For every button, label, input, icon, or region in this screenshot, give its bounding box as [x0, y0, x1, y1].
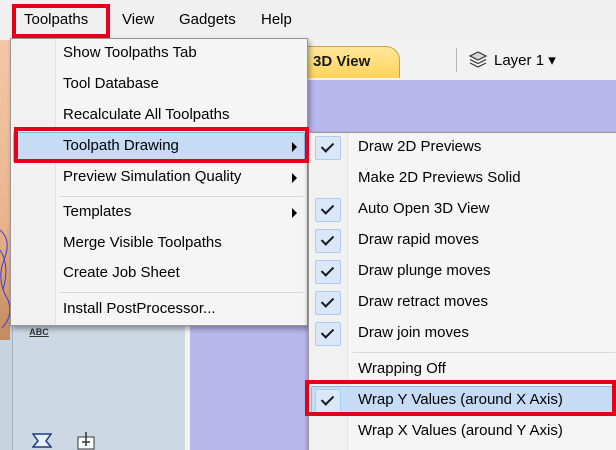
menu-item-label: Install PostProcessor... — [63, 300, 216, 317]
submenu-arrow-icon — [292, 208, 297, 218]
menu-gadgets[interactable]: Gadgets — [173, 8, 242, 32]
submenu-item-label: Wrap Y Values (around X Axis) — [358, 391, 563, 408]
menu-item-show-toolpaths-tab[interactable]: Show Toolpaths Tab — [11, 39, 307, 69]
submenu-item-label: Wrap X Values (around Y Axis) — [358, 422, 563, 439]
submenu-item-draw-2d-previews[interactable]: Draw 2D Previews — [309, 133, 615, 163]
menu-help[interactable]: Help — [255, 8, 298, 32]
menu-item-label: Templates — [63, 203, 132, 220]
align-tool-icon[interactable] — [76, 432, 96, 450]
menu-item-preview-simulation-quality[interactable]: Preview Simulation Quality — [11, 163, 307, 193]
menu-item-label: Create Job Sheet — [63, 264, 180, 281]
submenu-arrow-icon — [292, 142, 297, 152]
checkbox-checked — [315, 229, 341, 253]
toolpath-drawing-submenu: Draw 2D Previews Make 2D Previews Solid … — [308, 132, 616, 450]
submenu-item-label: Auto Open 3D View — [358, 200, 490, 217]
tab-3d-view[interactable]: 3D View — [300, 46, 400, 78]
menu-separator — [59, 196, 303, 197]
layers-icon — [468, 51, 488, 68]
submenu-separator — [353, 352, 615, 353]
app-window: Toolpaths View Gadgets Help ABC 3D View … — [0, 0, 616, 450]
checkmark-icon — [320, 232, 335, 246]
layer-selector[interactable]: Layer 1 ▾ — [494, 51, 556, 69]
checkmark-icon — [320, 201, 335, 215]
menu-item-toolpath-drawing[interactable]: Toolpath Drawing — [11, 132, 307, 162]
submenu-item-label: Draw 2D Previews — [358, 138, 482, 155]
menu-item-templates[interactable]: Templates — [11, 198, 307, 228]
menu-item-label: Recalculate All Toolpaths — [63, 106, 230, 123]
submenu-item-label: Draw rapid moves — [358, 231, 479, 248]
text-tool-icon-label: ABC — [29, 327, 49, 337]
toolbar-separator — [456, 48, 457, 72]
submenu-item-make-2d-previews-solid[interactable]: Make 2D Previews Solid — [309, 164, 615, 194]
submenu-item-draw-plunge-moves[interactable]: Draw plunge moves — [309, 257, 615, 287]
checkbox-checked — [315, 260, 341, 284]
menu-item-recalculate-all-toolpaths[interactable]: Recalculate All Toolpaths — [11, 101, 307, 131]
submenu-item-wrap-x-values[interactable]: Wrap X Values (around Y Axis) — [309, 417, 615, 447]
menu-item-create-job-sheet[interactable]: Create Job Sheet — [11, 259, 307, 289]
menu-item-tool-database[interactable]: Tool Database — [11, 70, 307, 100]
bitmap-tool-icon[interactable] — [32, 432, 52, 448]
submenu-item-draw-join-moves[interactable]: Draw join moves — [309, 319, 615, 349]
menu-item-merge-visible-toolpaths[interactable]: Merge Visible Toolpaths — [11, 229, 307, 259]
submenu-item-label: Draw join moves — [358, 324, 469, 341]
menu-item-label: Toolpath Drawing — [63, 137, 179, 154]
submenu-item-label: Draw plunge moves — [358, 262, 491, 279]
submenu-item-label: Wrapping Off — [358, 360, 446, 377]
checkbox-checked — [315, 322, 341, 346]
checkmark-icon — [320, 294, 335, 308]
menu-item-label: Merge Visible Toolpaths — [63, 234, 222, 251]
tab-3d-view-label: 3D View — [313, 53, 371, 70]
checkbox-checked — [315, 136, 341, 160]
menu-item-install-postprocessor[interactable]: Install PostProcessor... — [11, 295, 307, 325]
menu-toolpaths[interactable]: Toolpaths — [18, 8, 94, 32]
menu-separator — [59, 292, 303, 293]
layer-toolbar: Layer 1 ▾ — [440, 46, 616, 76]
submenu-item-wrapping-off[interactable]: Wrapping Off — [309, 355, 615, 385]
submenu-item-wrap-y-values[interactable]: Wrap Y Values (around X Axis) — [309, 386, 615, 416]
submenu-item-label: Make 2D Previews Solid — [358, 169, 521, 186]
submenu-item-draw-retract-moves[interactable]: Draw retract moves — [309, 288, 615, 318]
submenu-item-auto-open-3d-view[interactable]: Auto Open 3D View — [309, 195, 615, 225]
menu-item-label: Tool Database — [63, 75, 159, 92]
toolpaths-dropdown-menu: Show Toolpaths Tab Tool Database Recalcu… — [10, 38, 308, 326]
checkbox-checked — [315, 389, 341, 413]
checkmark-icon — [320, 392, 335, 406]
checkmark-icon — [320, 325, 335, 339]
menu-item-label: Preview Simulation Quality — [63, 168, 242, 185]
menu-item-label: Show Toolpaths Tab — [63, 44, 197, 61]
checkbox-checked — [315, 198, 341, 222]
submenu-item-label: Draw retract moves — [358, 293, 489, 310]
menu-view[interactable]: View — [116, 8, 160, 32]
checkmark-icon — [320, 139, 335, 153]
checkbox-checked — [315, 291, 341, 315]
submenu-arrow-icon — [292, 173, 297, 183]
submenu-item-draw-rapid-moves[interactable]: Draw rapid moves — [309, 226, 615, 256]
checkmark-icon — [320, 263, 335, 277]
menubar: Toolpaths View Gadgets Help — [0, 0, 616, 41]
